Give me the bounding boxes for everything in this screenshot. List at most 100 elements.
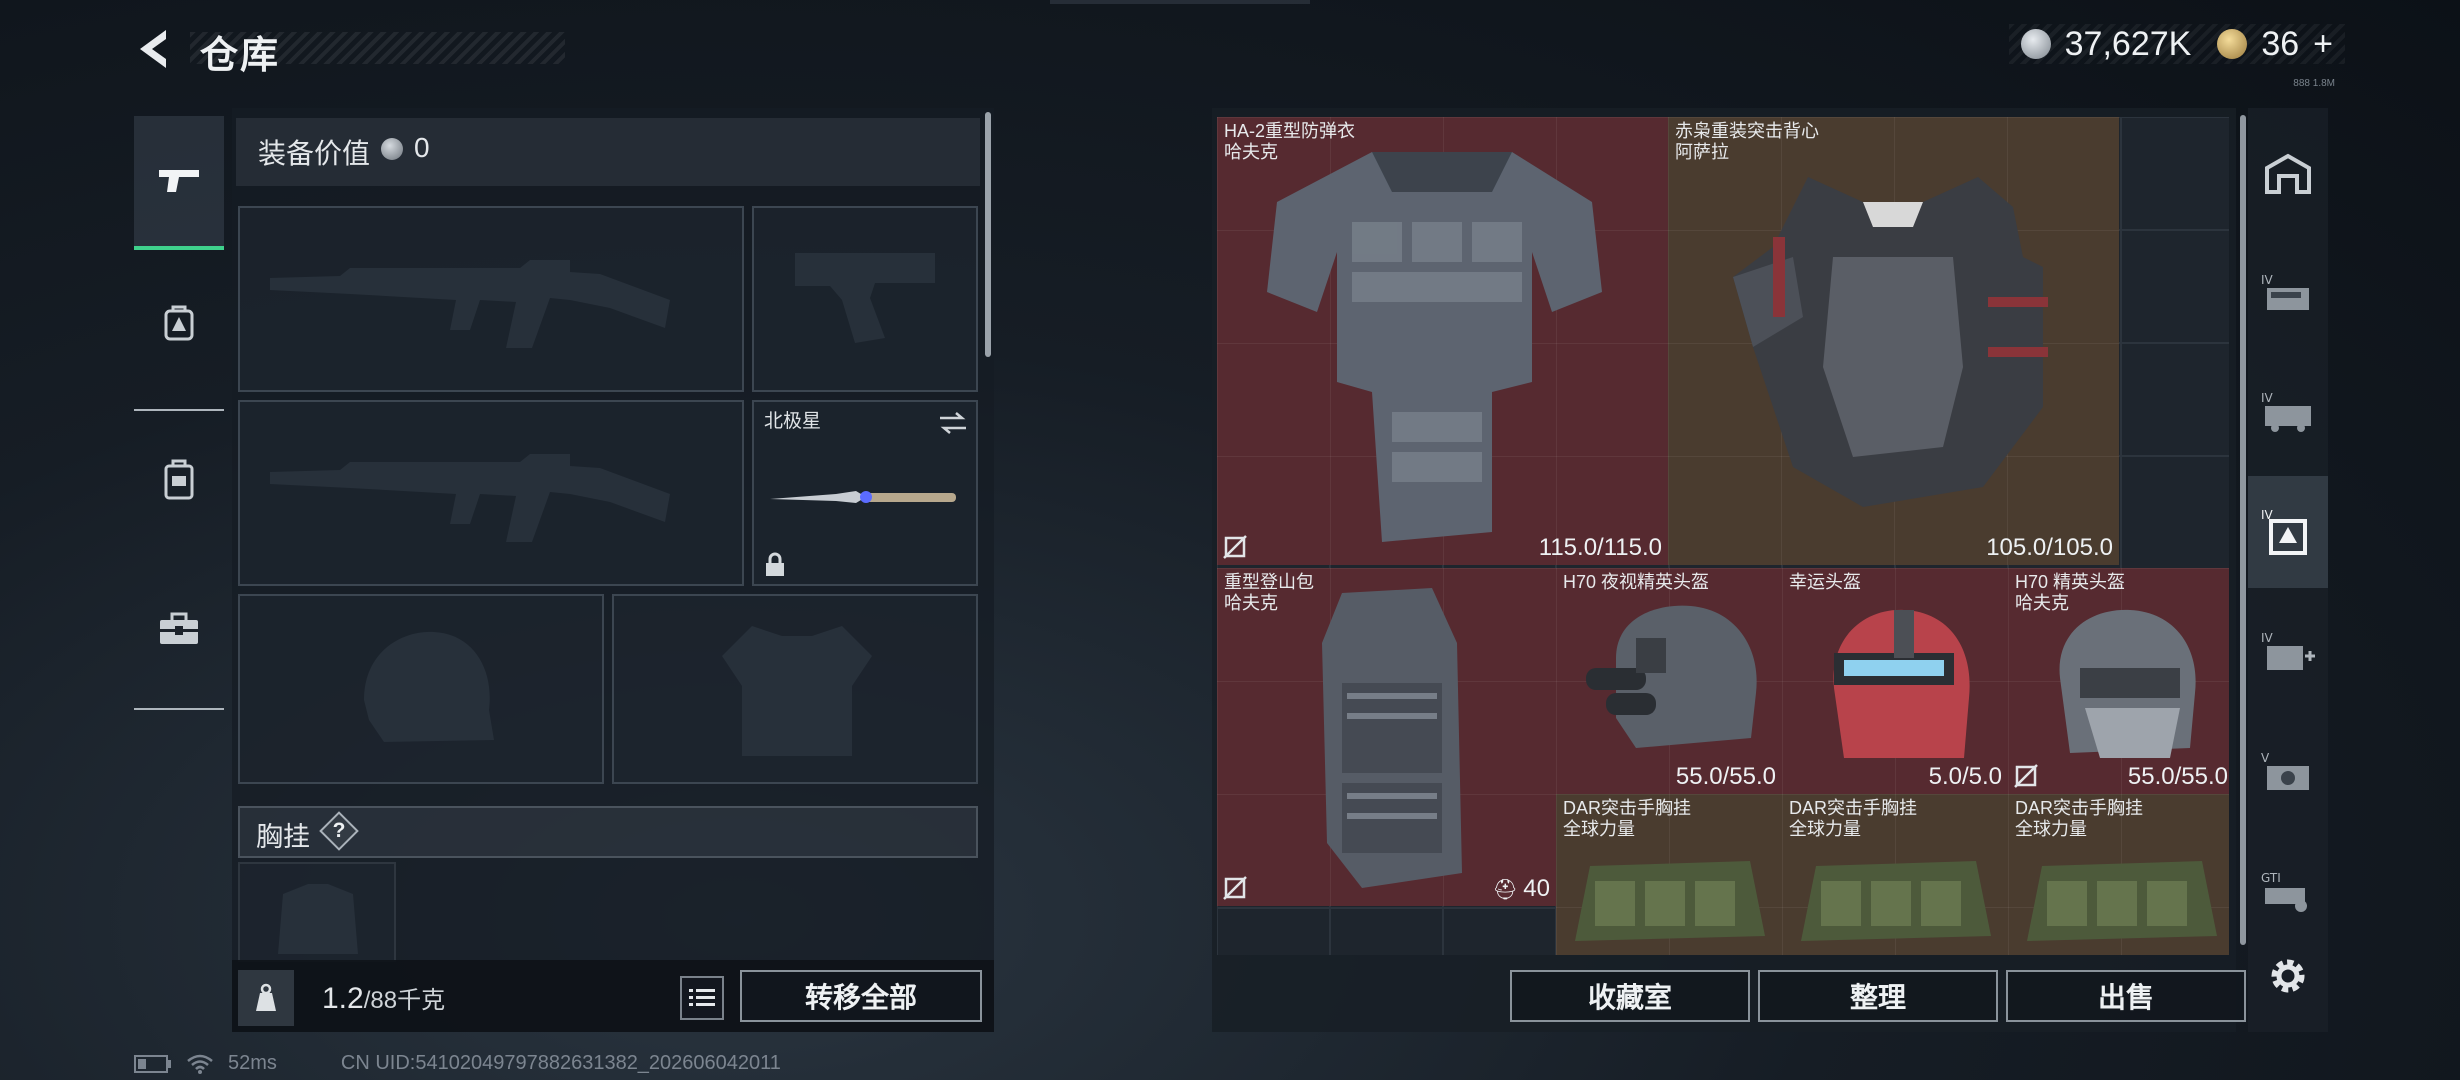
inventory-item[interactable]: H70 夜视精英头盔 55.0/55.0 [1556, 568, 1782, 794]
currency-display: 37,627K 36 + [2008, 24, 2345, 64]
chest-rig-image [1575, 861, 1765, 941]
tier4-medkit-icon: IV [2261, 631, 2315, 670]
rifle-silhouette-icon [270, 454, 670, 542]
no-insurance-icon [1223, 535, 1247, 559]
bag-capacity: ⛑ 40 [1492, 875, 1550, 902]
inventory-item[interactable]: DAR突击手胸挂 全球力量 [2008, 794, 2229, 955]
chest-rig-image [1801, 861, 1991, 941]
primary-weapon-slot[interactable] [238, 206, 744, 392]
knife-icon [770, 491, 956, 503]
gold-balance: 36 [2261, 24, 2300, 63]
pistol-slot[interactable] [752, 206, 978, 392]
nav-storage-1[interactable]: IV [2248, 238, 2328, 350]
inventory-item[interactable]: DAR突击手胸挂 全球力量 [1782, 794, 2008, 955]
settings-icon [2271, 959, 2305, 993]
nav-bags[interactable] [134, 415, 224, 545]
svg-text:GTI: GTI [2261, 871, 2281, 885]
svg-text:IV: IV [2261, 391, 2274, 405]
gold-add-button[interactable]: + [2313, 25, 2333, 64]
inventory-item[interactable]: H70 精英头盔 哈夫克 55.0/55.0 [2008, 568, 2229, 794]
item-durability: 55.0/55.0 [2127, 763, 2228, 790]
silver-coin-icon [2020, 29, 2051, 59]
item-durability: 55.0/55.0 [1675, 763, 1776, 790]
inventory-item[interactable]: 重型登山包 哈夫克 ⛑ 40 [1217, 568, 1556, 906]
settings-button[interactable] [2248, 920, 2328, 1032]
weight-icon [256, 983, 276, 1011]
back-button[interactable] [130, 24, 180, 74]
chest-rig-slot[interactable] [238, 862, 396, 962]
lock-icon [766, 552, 784, 576]
equip-value: 0 [414, 132, 430, 163]
assault-vest-image [1733, 177, 2048, 507]
item-durability: 115.0/115.0 [1538, 534, 1662, 561]
inventory-grid: HA-2重型防弹衣 哈夫克 115.0/115.0 赤枭重装突击背心 阿萨拉 105… [1217, 117, 2229, 955]
status-bar: 52ms CN UID:5410204979788263138​2_202606… [134, 1052, 781, 1075]
backpack-icon [164, 305, 194, 341]
swap-icon[interactable] [938, 410, 968, 436]
chest-rig-label: 胸挂 [256, 822, 310, 852]
weight-current: 1.2 [322, 982, 364, 1015]
pistol-icon [159, 170, 199, 192]
inventory-item[interactable]: 幸运头盔 5.0/5.0 [1782, 568, 2008, 794]
left-category-nav [134, 108, 224, 710]
sort-button[interactable]: 整理 [1758, 970, 1998, 1022]
weight-box [238, 970, 294, 1026]
tier4-truck-icon: IV [2261, 391, 2311, 432]
gold-coin-icon [2217, 29, 2248, 59]
item-durability: 5.0/5.0 [1928, 763, 2002, 790]
bag-capacity-icon: ⛑ [1492, 879, 1524, 901]
elite-helmet-image [2059, 609, 2196, 758]
list-view-button[interactable] [680, 976, 724, 1020]
melee-slot[interactable]: 北极星 [752, 400, 978, 586]
weight-max: /88千克 [363, 987, 446, 1014]
battery-icon [134, 1054, 171, 1073]
toolbox-icon [160, 612, 198, 644]
melee-name: 北极星 [764, 411, 822, 432]
item-name: 重型登山包 哈夫克 [1224, 572, 1314, 613]
heavy-backpack-image [1322, 588, 1462, 888]
nav-warehouse[interactable] [2248, 118, 2328, 230]
chest-rig-silhouette-icon [278, 884, 358, 954]
help-button[interactable]: ? [322, 814, 356, 848]
nav-storage-3[interactable]: IV [2248, 476, 2328, 588]
body-armor-slot[interactable] [612, 594, 978, 784]
item-durability: 105.0/105.0 [1986, 534, 2113, 561]
nav-weapons[interactable] [134, 116, 224, 250]
heavy-armor-image [1267, 152, 1602, 542]
help-icon: ? [332, 819, 346, 842]
tier4-gun-icon: IV [2261, 273, 2309, 310]
helmet-slot[interactable] [238, 594, 604, 784]
ping-value: 52ms [228, 1052, 277, 1074]
rifle-silhouette-icon [270, 260, 670, 348]
nav-divider [134, 409, 224, 411]
inventory-item[interactable]: HA-2重型防弹衣 哈夫克 115.0/115.0 [1217, 117, 1668, 565]
gti-truck-icon: GTI [2261, 871, 2307, 912]
secondary-weapon-slot[interactable] [238, 400, 744, 586]
inventory-item[interactable]: 赤枭重装突击背心 阿萨拉 105.0/105.0 [1668, 117, 2119, 565]
no-insurance-icon [2014, 764, 2038, 788]
nav-storage-2[interactable]: IV [2248, 356, 2328, 468]
loadout-scrollbar[interactable] [985, 112, 991, 357]
silver-balance: 37,627K [2064, 24, 2192, 63]
equip-value-label: 装备价值 [258, 138, 371, 169]
item-name: DAR突击手胸挂 全球力量 [1563, 798, 1692, 839]
transfer-all-button[interactable]: 转移全部 [740, 970, 982, 1022]
inventory-item[interactable]: DAR突击手胸挂 全球力量 [1556, 794, 1782, 955]
coin-icon [381, 138, 403, 160]
list-icon [689, 989, 715, 1006]
nav-divider [134, 708, 224, 710]
svg-text:IV: IV [2261, 273, 2274, 287]
nav-tools[interactable] [134, 563, 224, 693]
item-name: H70 夜视精英头盔 [1563, 572, 1710, 592]
page-title: 仓库 [200, 35, 281, 77]
nav-armor[interactable] [134, 258, 224, 388]
sell-button[interactable]: 出售 [2006, 970, 2246, 1022]
item-name: 幸运头盔 [1789, 572, 1861, 592]
night-vision-helmet-image [1586, 605, 1757, 748]
nav-storage-4[interactable]: IV [2248, 596, 2328, 708]
svg-text:V: V [2261, 751, 2270, 765]
nav-storage-5[interactable]: V [2248, 716, 2328, 828]
player-uid: CN UID:5410204979788263138​2_20260604201… [340, 1052, 781, 1074]
inventory-scrollbar[interactable] [2240, 115, 2246, 945]
collection-room-button[interactable]: 收藏室 [1510, 970, 1750, 1022]
